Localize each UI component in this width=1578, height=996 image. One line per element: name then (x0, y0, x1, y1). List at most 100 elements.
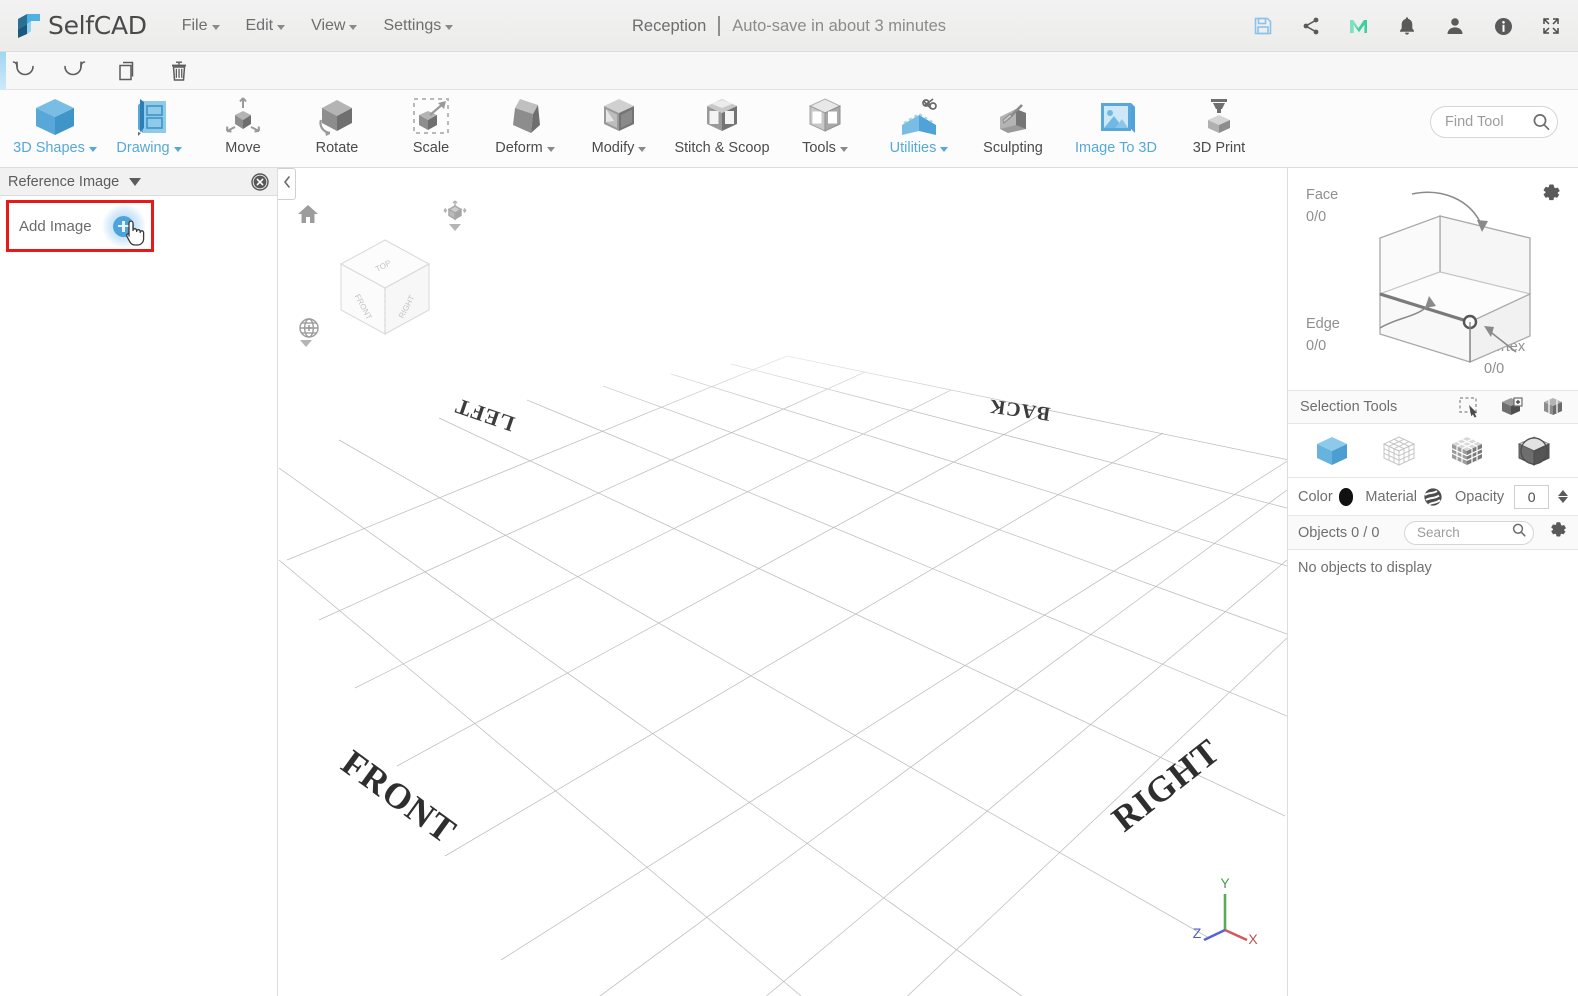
opacity-label: Opacity (1455, 488, 1505, 505)
box-select-icon[interactable] (1500, 396, 1524, 418)
drawing-pencil-icon (126, 94, 172, 140)
hand-pointer-cursor (122, 218, 148, 253)
document-title[interactable]: Reception (632, 17, 706, 36)
rectangle-select-icon[interactable] (1458, 396, 1482, 418)
ribbon-tool-tools[interactable]: Tools (778, 90, 872, 168)
rotate-cube-icon (314, 94, 360, 140)
ribbon-tool-stitch-scoop[interactable]: Stitch & Scoop (666, 90, 778, 168)
ribbon-tool-scale[interactable]: Scale (384, 90, 478, 168)
menu-item-settings-label: Settings (383, 16, 442, 34)
ribbon-tool-sculpting[interactable]: Sculpting (966, 90, 1060, 168)
selection-box-diagram (1378, 191, 1532, 363)
ribbon-tool-modify-label: Modify (592, 140, 647, 156)
wireframe-mode-icon[interactable] (1381, 433, 1417, 469)
3d-viewport[interactable]: LEFT BACK FRONT RIGHT TOP FRONT RIGHT Y … (279, 168, 1287, 996)
menu-item-view[interactable]: View (298, 13, 370, 39)
properties-panel: Face 0/0 Edge 0/0 Vertex 0/0 (1287, 168, 1578, 996)
edit-toolbar (0, 52, 1578, 90)
color-swatch[interactable] (1338, 487, 1354, 506)
menu-item-edit[interactable]: Edit (233, 13, 299, 39)
chevron-down-icon (546, 147, 555, 152)
edge-counter: Edge 0/0 (1306, 313, 1340, 357)
image-to-3d-icon (1093, 94, 1139, 140)
menu-item-file[interactable]: File (169, 13, 233, 39)
ribbon-tool-drawing[interactable]: Drawing (102, 90, 196, 168)
ribbon-tool-scale-label: Scale (412, 140, 450, 156)
modify-cube-icon (596, 94, 642, 140)
view-cube[interactable]: TOP FRONT RIGHT (325, 226, 445, 351)
share-icon[interactable] (1300, 15, 1322, 37)
redo-icon[interactable] (58, 56, 92, 86)
svg-text:Y: Y (1220, 875, 1230, 891)
svg-text:X: X (1248, 931, 1258, 947)
ribbon-tool-image-to-3d[interactable]: Image To 3D (1060, 90, 1172, 168)
ribbon-tool-3d-shapes-label: 3D Shapes (13, 140, 97, 156)
through-select-icon[interactable] (1542, 396, 1566, 418)
find-tool-search[interactable]: Find Tool (1430, 106, 1558, 138)
selfcad-app-window: SelfCAD File Edit View Settings Receptio… (0, 0, 1578, 996)
info-icon[interactable] (1492, 15, 1514, 37)
main-ribbon-toolbar: 3D Shapes Drawing Move Rotate Scale Defo… (0, 90, 1578, 168)
home-icon[interactable] (297, 204, 319, 229)
objects-settings-gear-icon[interactable] (1548, 520, 1568, 545)
sculpting-brush-icon (990, 94, 1036, 140)
triangle-down-icon[interactable] (129, 177, 142, 186)
stepper-up-icon[interactable] (1558, 490, 1568, 496)
perspective-dropdown-icon[interactable] (449, 224, 461, 231)
ribbon-tool-move-label: Move (225, 140, 261, 156)
chevron-down-icon (277, 24, 286, 30)
objects-row: Objects 0 / 0 Search (1288, 516, 1578, 550)
object-mode-icon[interactable] (1314, 433, 1350, 469)
svg-text:FRONT: FRONT (334, 742, 463, 851)
collapse-left-panel-button[interactable] (278, 168, 296, 200)
globe-dropdown-icon[interactable] (300, 340, 312, 347)
opacity-input[interactable]: 0 (1514, 484, 1549, 509)
ribbon-tool-deform-label: Deform (495, 140, 555, 156)
ribbon-tool-3d-shapes[interactable]: 3D Shapes (8, 90, 102, 168)
mail-m-icon[interactable] (1348, 15, 1370, 37)
fullscreen-icon[interactable] (1540, 15, 1562, 37)
copy-icon[interactable] (110, 56, 144, 86)
delete-icon[interactable] (162, 56, 196, 86)
ribbon-tool-3d-print-label: 3D Print (1192, 140, 1246, 156)
opacity-stepper[interactable] (1558, 490, 1568, 503)
close-circle-icon[interactable] (251, 172, 269, 191)
search-icon[interactable] (1511, 522, 1527, 543)
deform-cube-icon (502, 94, 548, 140)
ribbon-tool-move[interactable]: Move (196, 90, 290, 168)
objects-search-input[interactable]: Search (1404, 520, 1534, 545)
move-arrows-icon (220, 94, 266, 140)
chevron-down-icon (445, 24, 454, 30)
reference-image-panel-header: Reference Image (0, 168, 277, 196)
ribbon-tool-deform[interactable]: Deform (478, 90, 572, 168)
axis-gizmo: Y X Z (1189, 868, 1259, 953)
menu-items: File Edit View Settings (169, 13, 467, 39)
user-account-icon[interactable] (1444, 15, 1466, 37)
add-image-button[interactable]: Add Image (6, 200, 154, 252)
stepper-down-icon[interactable] (1558, 497, 1568, 503)
menu-item-file-label: File (181, 16, 208, 34)
save-icon[interactable] (1252, 15, 1274, 37)
polygon-mode-icon[interactable] (1449, 433, 1485, 469)
face-counter: Face 0/0 (1306, 184, 1338, 228)
ribbon-tool-image-to-3d-label: Image To 3D (1075, 140, 1157, 156)
shaded-mode-icon[interactable] (1516, 433, 1552, 469)
add-image-plus-wrap[interactable] (101, 204, 146, 248)
utilities-scissors-icon (896, 94, 942, 140)
add-image-label: Add Image (19, 217, 92, 235)
ribbon-tool-utilities[interactable]: Utilities (872, 90, 966, 168)
ribbon-tool-rotate[interactable]: Rotate (290, 90, 384, 168)
notifications-bell-icon[interactable] (1396, 15, 1418, 37)
ribbon-tool-3d-print[interactable]: 3D Print (1172, 90, 1266, 168)
material-sphere-icon[interactable] (1423, 487, 1443, 507)
ribbon-tool-stitch-scoop-label: Stitch & Scoop (674, 140, 770, 156)
face-counter-label: Face (1306, 187, 1339, 203)
face-counter-value: 0/0 (1306, 209, 1327, 225)
ribbon-tool-modify[interactable]: Modify (572, 90, 666, 168)
tools-cube-icon (802, 94, 848, 140)
objects-empty-message: No objects to display (1298, 560, 1432, 576)
menu-item-settings[interactable]: Settings (370, 13, 466, 39)
search-icon[interactable] (1531, 112, 1551, 132)
selection-tools-icons (1458, 396, 1566, 418)
undo-icon[interactable] (6, 56, 40, 86)
